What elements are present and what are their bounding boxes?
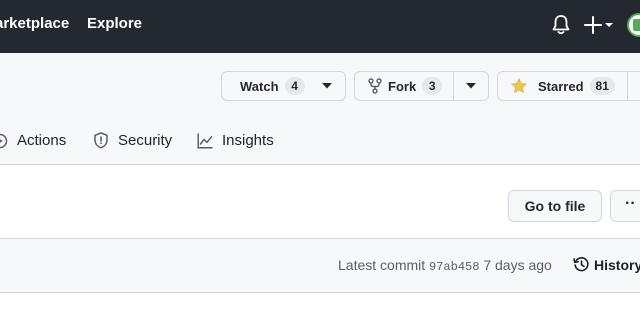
user-avatar[interactable]: [627, 13, 640, 37]
watch-count: 4: [284, 77, 305, 95]
graph-icon: [197, 132, 213, 149]
commit-sha-link[interactable]: 97ab458: [429, 260, 479, 274]
tab-insights-label: Insights: [222, 132, 274, 149]
watch-button[interactable]: Watch 4: [222, 72, 314, 100]
notifications-bell-icon[interactable]: [551, 14, 571, 36]
unstar-button[interactable]: Starred 81: [498, 72, 627, 100]
caret-down-icon: [322, 83, 332, 89]
more-options-button[interactable]: ··: [610, 190, 640, 222]
tab-security-label: Security: [118, 132, 173, 149]
fork-count: 3: [422, 77, 443, 95]
history-label: History: [594, 256, 640, 273]
play-icon: [0, 133, 8, 148]
tab-security[interactable]: Security: [93, 132, 172, 149]
tab-actions-label: Actions: [17, 132, 67, 149]
fork-button[interactable]: Fork 3: [355, 72, 453, 100]
tab-insights[interactable]: Insights: [197, 132, 274, 149]
nav-explore-link[interactable]: Explore: [87, 15, 142, 32]
star-fill-icon: [511, 78, 527, 93]
history-icon: [573, 257, 589, 272]
watch-button-group: Watch 4: [221, 71, 346, 101]
history-link[interactable]: History: [573, 256, 640, 273]
global-header: arketplace Explore: [0, 0, 640, 53]
shield-icon: [94, 132, 108, 149]
fork-dropdown-toggle[interactable]: [454, 72, 488, 100]
watch-dropdown-toggle[interactable]: [314, 72, 340, 100]
caret-down-icon: [605, 23, 613, 27]
nav-marketplace-link[interactable]: arketplace: [0, 15, 69, 32]
fork-label: Fork: [388, 78, 417, 94]
watch-label: Watch: [240, 78, 279, 94]
latest-commit-info: Latest commit 97ab458 7 days ago: [338, 257, 552, 274]
plus-icon: [584, 16, 613, 34]
star-dropdown-toggle[interactable]: [628, 72, 640, 100]
latest-commit-label: Latest commit: [338, 257, 426, 273]
star-button-group: Starred 81: [497, 71, 640, 101]
repo-forked-icon: [368, 78, 382, 94]
tab-actions[interactable]: Actions: [0, 132, 66, 149]
fork-button-group: Fork 3: [354, 71, 489, 101]
star-count: 81: [589, 77, 615, 95]
go-to-file-button[interactable]: Go to file: [508, 190, 602, 222]
create-new-dropdown[interactable]: [584, 14, 616, 36]
commit-age: 7 days ago: [483, 257, 552, 273]
starred-label: Starred: [538, 78, 584, 94]
caret-down-icon: [466, 83, 476, 89]
